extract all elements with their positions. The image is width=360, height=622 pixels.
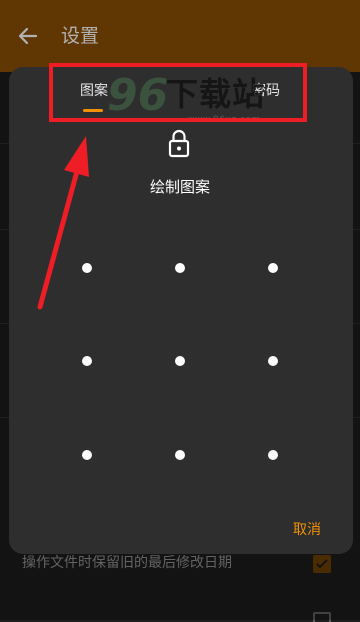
annotation-arrow-icon [37, 136, 89, 310]
